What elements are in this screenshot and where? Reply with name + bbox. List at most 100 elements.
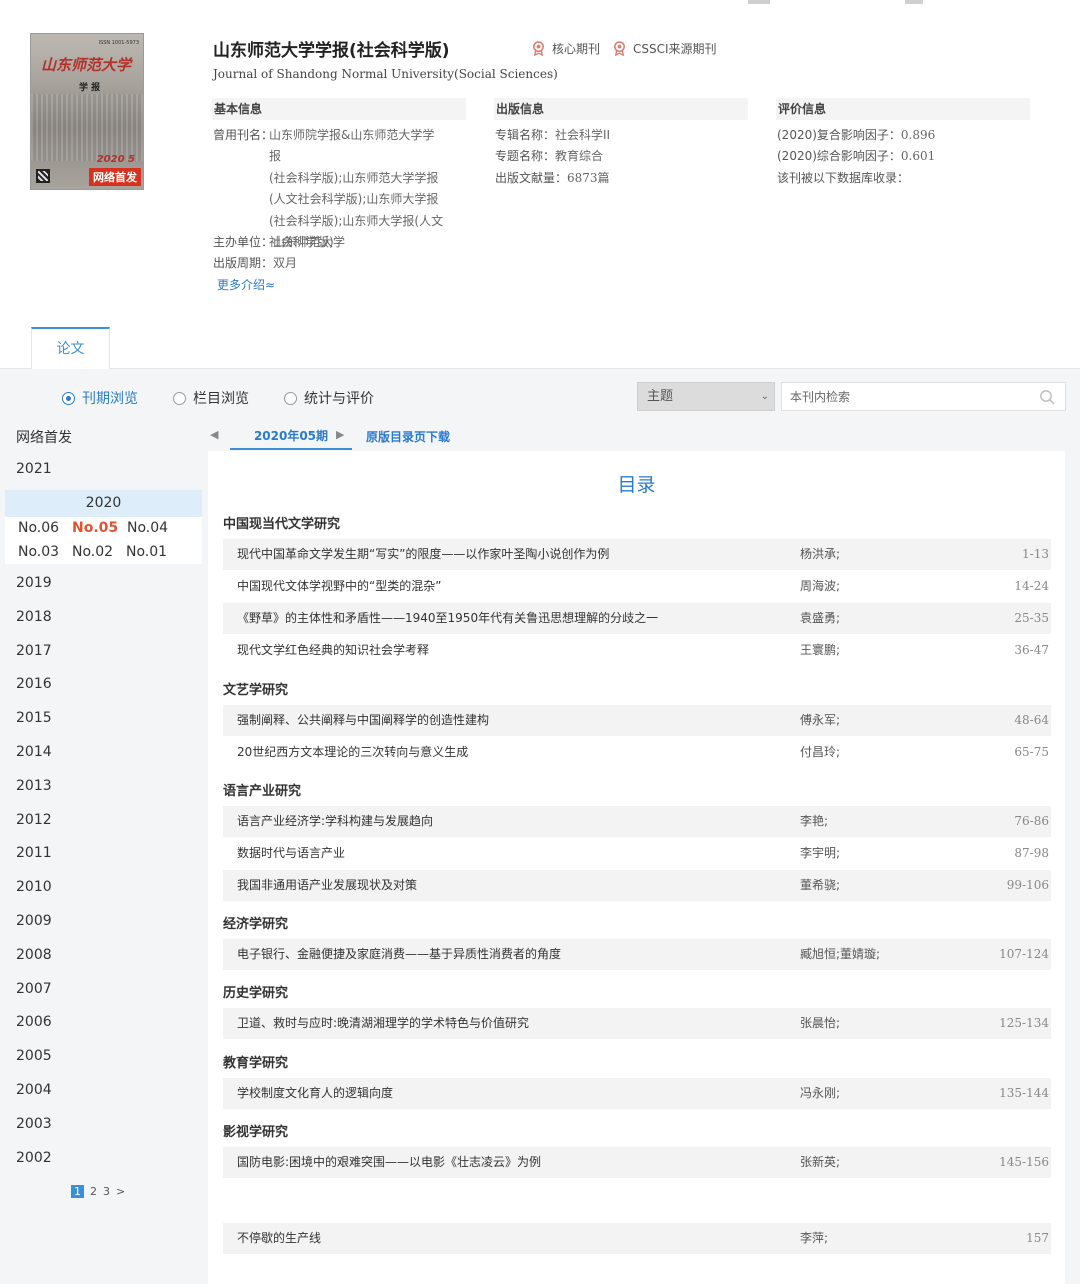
radio-label: 栏目浏览 xyxy=(193,391,249,407)
toc-article-row: 电子银行、金融便捷及家庭消费——基于异质性消费者的角度 臧旭恒;董婧璇; 107-1… xyxy=(223,939,1051,970)
sidebar-year[interactable]: 2006 xyxy=(16,1014,52,1030)
article-author-link[interactable]: 张新英; xyxy=(800,1147,840,1178)
article-author-link[interactable]: 张晨怡; xyxy=(800,1008,840,1039)
search-box[interactable] xyxy=(781,382,1066,411)
toc-article-row: 现代文学红色经典的知识社会学考释 王寰鹏; 36-47 xyxy=(223,635,1051,666)
toc-article-row: 强制阐释、公共阐释与中国阐释学的创造性建构 傅永军; 48-64 xyxy=(223,705,1051,736)
toc-article-row: 中国现代文体学视野中的“型类的混杂” 周海波; 14-24 xyxy=(223,571,1051,602)
cover-texture xyxy=(31,94,143,161)
article-author-link[interactable]: 周海波; xyxy=(800,571,840,602)
topic-row: 专题名称：教育综合 xyxy=(495,146,603,167)
sidebar-year[interactable]: 2003 xyxy=(16,1116,52,1132)
article-author-link[interactable]: 杨洪承; xyxy=(800,539,840,570)
toc-section-heading: 文艺学研究 xyxy=(223,683,289,698)
article-title-link[interactable]: 强制阐释、公共阐释与中国阐释学的创造性建构 xyxy=(237,705,489,736)
next-page-link[interactable]: > xyxy=(116,1185,125,1198)
article-author-link[interactable]: 傅永军; xyxy=(800,705,840,736)
journal-title: 山东师范大学学报(社会科学版) xyxy=(213,41,450,61)
next-issue-arrow-icon[interactable]: ▶ xyxy=(336,428,344,441)
sidebar-year[interactable]: 2008 xyxy=(16,947,52,963)
sidebar-year[interactable]: 2021 xyxy=(16,461,52,477)
article-title-link[interactable]: 学校制度文化育人的逻辑向度 xyxy=(237,1078,393,1109)
article-author-link[interactable]: 付昌玲; xyxy=(800,737,840,768)
more-intro-link[interactable]: 更多介绍≈ xyxy=(217,276,275,293)
sidebar-online-first[interactable]: 网络首发 xyxy=(16,427,72,447)
radio-issue-browse[interactable]: 刊期浏览 xyxy=(62,388,138,408)
article-title-link[interactable]: 现代文学红色经典的知识社会学考释 xyxy=(237,635,429,666)
sidebar-year[interactable]: 2011 xyxy=(16,845,52,861)
sidebar-year[interactable]: 2012 xyxy=(16,812,52,828)
article-author-link[interactable]: 臧旭恒;董婧璇; xyxy=(800,939,880,970)
prev-issue-arrow-icon[interactable]: ◀ xyxy=(210,428,218,441)
sidebar-year[interactable]: 2004 xyxy=(16,1082,52,1098)
page-link-current[interactable]: 1 xyxy=(71,1185,84,1198)
issue-link[interactable]: No.01 xyxy=(126,544,167,560)
article-title-link[interactable]: 卫道、救时与应时:晚清湖湘理学的学术特色与价值研究 xyxy=(237,1008,529,1039)
radio-stats-eval[interactable]: 统计与评价 xyxy=(284,388,374,408)
article-title-link[interactable]: 语言产业经济学:学科构建与发展趋向 xyxy=(237,806,433,837)
issue-link-current[interactable]: No.05 xyxy=(72,520,118,536)
sidebar-year[interactable]: 2016 xyxy=(16,676,52,692)
cover-title: 山东师范大学 xyxy=(41,56,132,74)
article-title-link[interactable]: 电子银行、金融便捷及家庭消费——基于异质性消费者的角度 xyxy=(237,939,561,970)
article-author-link[interactable]: 李萍; xyxy=(800,1223,828,1254)
page-link[interactable]: 3 xyxy=(103,1185,110,1198)
radio-column-browse[interactable]: 栏目浏览 xyxy=(173,388,249,408)
article-pages: 65-75 xyxy=(1014,745,1049,759)
article-title-link[interactable]: 20世纪西方文本理论的三次转向与意义生成 xyxy=(237,737,468,768)
cover-issn: ISSN 1001-5973 xyxy=(98,40,139,46)
former-names-label: 曾用刊名： xyxy=(213,128,274,142)
sidebar-year[interactable]: 2014 xyxy=(16,744,52,760)
current-issue-tab[interactable]: 2020年05期 xyxy=(230,424,352,450)
issue-link[interactable]: No.02 xyxy=(72,544,113,560)
radio-dot[interactable] xyxy=(173,391,186,405)
count-label: 出版文献量： xyxy=(495,171,568,185)
former-name-line: (社会科学版);山东师大学报(人文 xyxy=(269,213,444,228)
sidebar-year[interactable]: 2002 xyxy=(16,1150,52,1166)
article-author-link[interactable]: 袁盛勇; xyxy=(800,603,840,634)
article-pages: 76-86 xyxy=(1014,814,1049,828)
composite-if-value: 0.896 xyxy=(900,128,936,142)
article-title-link[interactable]: 数据时代与语言产业 xyxy=(237,838,345,869)
issue-link[interactable]: No.06 xyxy=(18,520,59,536)
toc-download-link[interactable]: 原版目录页下载 xyxy=(366,428,450,445)
sidebar-year-current[interactable]: 2020 xyxy=(5,490,202,517)
cover-subtitle: 学 报 xyxy=(79,83,101,93)
article-title-link[interactable]: 《野草》的主体性和矛盾性——1940至1950年代有关鲁迅思想理解的分歧之一 xyxy=(237,603,658,634)
tab-papers[interactable]: 论文 xyxy=(31,327,110,369)
search-input[interactable] xyxy=(782,383,1022,410)
issue-link[interactable]: No.03 xyxy=(18,544,59,560)
radio-dot[interactable] xyxy=(284,391,297,405)
article-title-link[interactable]: 我国非通用语产业发展现状及对策 xyxy=(237,870,417,901)
sidebar-year[interactable]: 2007 xyxy=(16,981,52,997)
article-title-link[interactable]: 中国现代文体学视野中的“型类的混杂” xyxy=(237,571,441,602)
article-pages: 99-106 xyxy=(1006,878,1049,892)
page-link[interactable]: 2 xyxy=(90,1185,97,1198)
article-author-link[interactable]: 李艳; xyxy=(800,806,828,837)
article-author-link[interactable]: 王寰鹏; xyxy=(800,635,840,666)
article-author-link[interactable]: 李宇明; xyxy=(800,838,840,869)
sidebar-year[interactable]: 2010 xyxy=(16,879,52,895)
article-title-link[interactable]: 现代中国革命文学发生期“写实”的限度——以作家叶圣陶小说创作为例 xyxy=(237,539,609,570)
sidebar-year[interactable]: 2018 xyxy=(16,609,52,625)
database-text: 该刊被以下数据库收录： xyxy=(777,171,910,185)
sidebar-year[interactable]: 2017 xyxy=(16,643,52,659)
radio-dot[interactable] xyxy=(62,391,75,405)
sidebar-year[interactable]: 2009 xyxy=(16,913,52,929)
article-title-link[interactable]: 不停歇的生产线 xyxy=(237,1223,321,1254)
period-value: 双月 xyxy=(273,256,298,270)
sidebar-year[interactable]: 2013 xyxy=(16,778,52,794)
article-title-link[interactable]: 国防电影:困境中的艰难突围——以电影《壮志凌云》为例 xyxy=(237,1147,541,1178)
article-pages: 87-98 xyxy=(1014,846,1049,860)
search-field-select[interactable]: 主题 ⌄ xyxy=(637,382,775,411)
sidebar-year[interactable]: 2019 xyxy=(16,575,52,591)
award-icon xyxy=(614,41,625,56)
publish-info-heading: 出版信息 xyxy=(494,98,748,120)
sidebar-year[interactable]: 2015 xyxy=(16,710,52,726)
article-author-link[interactable]: 董希骁; xyxy=(800,870,840,901)
sidebar-year[interactable]: 2005 xyxy=(16,1048,52,1064)
issue-link[interactable]: No.04 xyxy=(127,520,168,536)
search-icon[interactable] xyxy=(1039,389,1055,405)
article-author-link[interactable]: 冯永刚; xyxy=(800,1078,840,1109)
badge-label: 核心期刊 xyxy=(552,42,601,56)
